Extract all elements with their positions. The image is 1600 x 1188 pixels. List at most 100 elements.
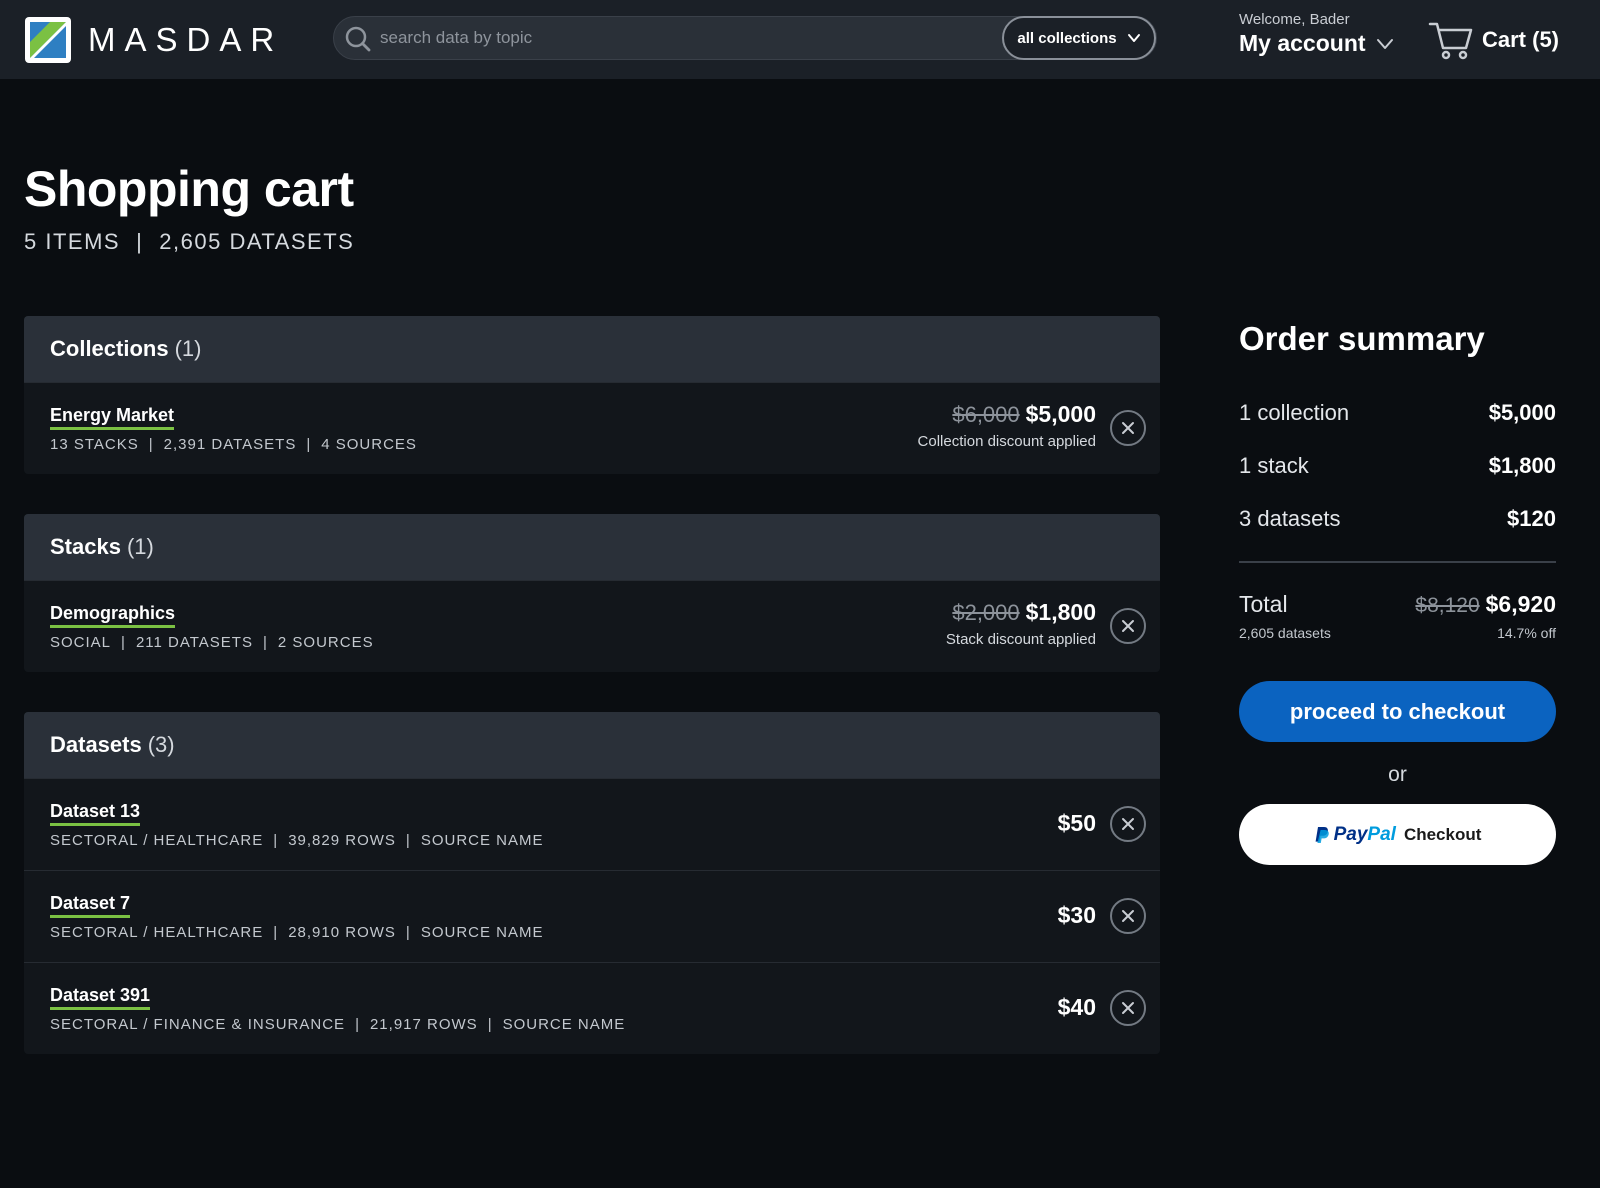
or-divider-text: or (1388, 763, 1407, 786)
separator: | (355, 1016, 360, 1033)
cart-item: Energy Market 13 STACKS | 2,391 DATASETS | 4… (24, 382, 1160, 474)
remove-item-button[interactable] (1110, 608, 1146, 644)
paypal-checkout-label: Checkout (1403, 824, 1482, 844)
separator: | (306, 436, 312, 453)
chevron-down-icon (1376, 38, 1393, 49)
item-price: $30 (1057, 902, 1096, 928)
item-name-link[interactable]: Demographics (50, 603, 176, 628)
paypal-checkout-button[interactable]: PayPal Checkout (1239, 804, 1556, 865)
welcome-text: Welcome, Bader (1239, 11, 1350, 28)
discount-note: Collection discount applied (917, 433, 1096, 450)
item-meta: SOCIAL | 211 DATASETS | 2 SOURCES (50, 634, 374, 651)
collections-filter-dropdown[interactable]: all collections (1002, 16, 1156, 60)
meta-value: SOURCE NAME (420, 832, 544, 849)
summary-row-value: $5,000 (1488, 400, 1556, 425)
proceed-to-checkout-button[interactable]: proceed to checkout (1239, 681, 1556, 742)
brand-logo[interactable]: MASDAR (24, 16, 283, 64)
summary-row-label: 1 stack (1239, 453, 1309, 478)
meta-value: SECTORAL / HEALTHCARE (50, 832, 264, 849)
remove-item-button[interactable] (1110, 990, 1146, 1026)
search-input[interactable] (380, 17, 980, 59)
remove-item-button[interactable] (1110, 806, 1146, 842)
remove-item-button[interactable] (1110, 410, 1146, 446)
section-title: Datasets (50, 732, 142, 757)
separator: | (405, 924, 411, 941)
page-title: Shopping cart (24, 161, 354, 217)
cart-item: Demographics SOCIAL | 211 DATASETS | 2 SOURC… (24, 580, 1160, 672)
account-menu[interactable]: Welcome, Bader My account (1239, 11, 1394, 57)
total-original-price: $8,120 (1415, 594, 1480, 617)
meta-value: SECTORAL / HEALTHCARE (50, 924, 264, 941)
item-price: $40 (1057, 994, 1096, 1020)
paypal-icon (1315, 826, 1329, 843)
section-title: Stacks (50, 534, 121, 559)
close-icon (1122, 910, 1134, 922)
separator: | (487, 1016, 493, 1033)
summary-row: 1 collection $5,000 (1239, 400, 1556, 453)
cart-item: Dataset 391 SECTORAL / FINANCE & INSURAN… (24, 962, 1160, 1054)
cart-link[interactable]: Cart (5) (1428, 20, 1559, 60)
summary-lines: 1 collection $5,000 1 stack $1,800 3 dat… (1239, 400, 1556, 559)
summary-divider (1239, 561, 1556, 563)
close-icon (1122, 620, 1134, 632)
summary-row: 1 stack $1,800 (1239, 453, 1556, 506)
separator: | (273, 832, 279, 849)
item-name-link[interactable]: Energy Market (50, 405, 175, 430)
meta-value: 39,829 ROWS (288, 832, 396, 849)
separator: | (262, 634, 268, 651)
items-count: 5 ITEMS (24, 229, 121, 254)
discounted-price: $1,800 (1025, 599, 1096, 625)
summary-row-value: $1,800 (1488, 453, 1556, 478)
search-bar: all collections (333, 16, 1157, 60)
section-count: (3) (147, 732, 175, 757)
meta-value: SOURCE NAME (420, 924, 544, 941)
item-name-link[interactable]: Dataset 7 (50, 893, 131, 918)
section-count: (1) (126, 534, 154, 559)
separator: | (121, 634, 126, 651)
item-meta: SECTORAL / HEALTHCARE | 39,829 ROWS | SOURCE… (50, 832, 544, 849)
cart-item: Dataset 7 SECTORAL / HEALTHCARE | 28,910 R… (24, 870, 1160, 962)
meta-value: 4 SOURCES (321, 436, 417, 453)
close-icon (1122, 1002, 1134, 1014)
separator: | (273, 924, 279, 941)
meta-value: SECTORAL / FINANCE & INSURANCE (50, 1016, 346, 1033)
paypal-wordmark: PayPal (1334, 824, 1396, 846)
item-price: $50 (1057, 810, 1096, 836)
separator: | (136, 229, 144, 254)
cart-label: Cart (5) (1482, 27, 1560, 52)
item-meta: SECTORAL / FINANCE & INSURANCE | 21,917 RO… (50, 1016, 625, 1033)
section-count: (1) (174, 336, 202, 361)
section-header: Datasets (3) (24, 712, 1160, 778)
total-price: $6,920 (1485, 591, 1556, 617)
original-price: $6,000 (952, 402, 1020, 427)
close-icon (1122, 818, 1134, 830)
price-block: $6,000 $5,000 Collection discount applie… (918, 401, 1096, 450)
summary-row-value: $120 (1507, 506, 1556, 531)
discount-note: Stack discount applied (945, 631, 1096, 648)
datasets-count: 2,605 DATASETS (159, 229, 355, 254)
remove-item-button[interactable] (1110, 898, 1146, 934)
meta-value: 2 SOURCES (277, 634, 374, 651)
order-summary: Order summary 1 collection $5,000 1 stac… (1239, 320, 1556, 865)
cart-icon (1428, 22, 1473, 60)
item-name-link[interactable]: Dataset 391 (50, 985, 151, 1010)
collections-section: Collections (1) Energy Market 13 STACKS |… (24, 316, 1160, 474)
summary-row: 3 datasets $120 (1239, 506, 1556, 559)
search-icon[interactable] (344, 25, 372, 53)
section-title: Collections (50, 336, 169, 361)
summary-row-label: 3 datasets (1239, 506, 1341, 531)
total-block: Total 2,605 datasets $8,120 $6,920 14.7%… (1239, 591, 1556, 651)
cart-counts: 5 ITEMS | 2,605 DATASETS (24, 229, 354, 255)
price-block: $2,000 $1,800 Stack discount applied (946, 599, 1096, 648)
account-label: My account (1239, 30, 1366, 56)
section-header: Collections (1) (24, 316, 1160, 382)
meta-value: 13 STACKS (50, 436, 139, 453)
separator: | (148, 436, 154, 453)
item-meta: SECTORAL / HEALTHCARE | 28,910 ROWS | SOURCE… (50, 924, 544, 941)
original-price: $2,000 (952, 600, 1020, 625)
discounted-price: $5,000 (1025, 401, 1096, 427)
meta-value: SOCIAL (50, 634, 112, 651)
item-name-link[interactable]: Dataset 13 (50, 801, 141, 826)
datasets-section: Datasets (3) Dataset 13 SECTORAL / HEALT… (24, 712, 1160, 1054)
total-discount: 14.7% off (1497, 625, 1556, 641)
